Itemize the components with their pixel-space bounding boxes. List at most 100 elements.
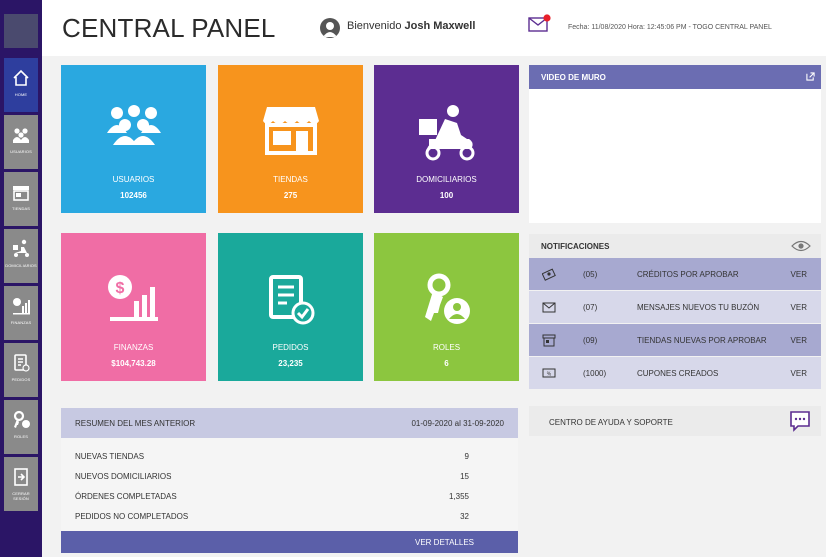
summary-row-value: 32 (460, 512, 469, 521)
notification-text: TIENDAS NUEVAS POR APROBAR (637, 336, 767, 345)
sidebar-item-label: FINANZAS (10, 320, 32, 325)
sidebar-item-usuarios[interactable]: USUARIOS (4, 115, 38, 169)
video-title: VIDEO DE MURO (541, 73, 606, 82)
chat-icon[interactable] (789, 410, 811, 432)
view-details-label: VER DETALLES (415, 538, 474, 547)
orders-icon (268, 275, 314, 325)
summary-row: PEDIDOS NO COMPLETADOS 32 (75, 512, 469, 521)
video-panel: VIDEO DE MURO (529, 65, 821, 223)
store-icon (262, 107, 319, 155)
delivery-icon (418, 105, 474, 161)
eye-icon[interactable] (791, 240, 811, 252)
svg-text:%: % (547, 372, 552, 378)
sidebar-item-roles[interactable]: ROLES (4, 400, 38, 454)
header: CENTRAL PANEL Bienvenido Josh Maxwell Fe… (42, 0, 826, 56)
notification-row: (07) MENSAJES NUEVOS TU BUZÓN VER (529, 291, 821, 323)
sidebar: HOME USUARIOS TIENDAS DOMICILIARIOS FINA… (0, 0, 42, 557)
view-details-button[interactable]: VER DETALLES (61, 531, 518, 553)
summary-row-value: 9 (464, 452, 469, 461)
sidebar-item-finanzas[interactable]: FINANZAS (4, 286, 38, 340)
summary-row-label: ÓRDENES COMPLETADAS (75, 492, 177, 501)
date-time-info: Fecha: 11/08/2020 Hora: 12:45:06 PM - TO… (568, 24, 772, 31)
summary-row-value: 15 (460, 472, 469, 481)
notification-count: (07) (583, 303, 598, 312)
notification-view-link[interactable]: VER (791, 270, 807, 279)
users-icon (13, 128, 29, 143)
notifications-panel: NOTIFICACIONES (05) CRÉDITOS POR APROBAR… (529, 234, 821, 396)
delivery-icon (13, 239, 29, 257)
avatar[interactable] (320, 18, 340, 38)
notification-text: MENSAJES NUEVOS TU BUZÓN (637, 303, 760, 312)
sidebar-item-label: DOMICILIARIOS (5, 263, 37, 268)
sidebar-item-home[interactable]: HOME (4, 58, 38, 112)
tile-value: 6 (444, 359, 449, 368)
welcome-message: Bienvenido Josh Maxwell (347, 20, 475, 32)
notification-view-link[interactable]: VER (791, 336, 807, 345)
notification-text: CUPONES CREADOS (637, 369, 719, 378)
tile-label: DOMICILIARIOS (416, 175, 477, 184)
help-title: CENTRO DE AYUDA Y SOPORTE (549, 418, 673, 427)
sidebar-item-label: ROLES (13, 434, 29, 439)
roles-icon (13, 410, 30, 428)
tile-roles[interactable]: ROLES 6 (374, 233, 519, 381)
user-name: Josh Maxwell (404, 20, 476, 32)
users-icon (106, 105, 161, 145)
finance-icon (13, 298, 30, 315)
summary-row-label: NUEVOS DOMICILIARIOS (75, 472, 172, 481)
tile-label: PEDIDOS (272, 343, 309, 352)
summary-range: 01-09-2020 al 31-09-2020 (411, 419, 504, 428)
tile-value: 275 (283, 191, 298, 200)
summary-row: NUEVOS DOMICILIARIOS 15 (75, 472, 469, 481)
page-title: CENTRAL PANEL (62, 13, 276, 43)
roles-icon (424, 273, 470, 324)
notification-count: (1000) (583, 369, 607, 378)
notification-count: (05) (583, 270, 598, 279)
sidebar-item-domiciliarios[interactable]: DOMICILIARIOS (4, 229, 38, 283)
help-support-panel[interactable]: CENTRO DE AYUDA Y SOPORTE (529, 406, 821, 436)
notification-view-link[interactable]: VER (791, 303, 807, 312)
logout-icon (14, 468, 28, 486)
tile-value: 23,235 (278, 359, 303, 368)
notification-count: (09) (583, 336, 598, 345)
notification-view-link[interactable]: VER (791, 369, 807, 378)
external-link-icon[interactable] (806, 72, 815, 81)
tile-finanzas[interactable]: $ FINANZAS $104,743.28 (61, 233, 206, 381)
summary-row: ÓRDENES COMPLETADAS 1,355 (75, 492, 469, 501)
sidebar-item-label: USUARIOS (10, 149, 32, 154)
sidebar-item-label: CERRAR SESIÓN (12, 491, 30, 501)
finance-icon: $ (107, 275, 158, 321)
notifications-title: NOTIFICACIONES (541, 242, 610, 251)
svg-text:$: $ (115, 280, 124, 297)
sidebar-logo (4, 14, 38, 48)
summary-row-value: 1,355 (448, 492, 469, 501)
coupon-icon: % (542, 368, 556, 378)
summary-row-label: PEDIDOS NO COMPLETADOS (75, 512, 189, 521)
tile-value: 102456 (120, 191, 147, 200)
home-icon (13, 69, 29, 86)
mail-notification-icon[interactable] (528, 14, 552, 32)
tile-usuarios[interactable]: USUARIOS 102456 (61, 65, 206, 213)
tile-value: $104,743.28 (111, 359, 156, 368)
tile-tiendas[interactable]: TIENDAS 275 (218, 65, 363, 213)
orders-icon (14, 354, 30, 372)
notifications-header: NOTIFICACIONES (529, 234, 821, 258)
sidebar-item-pedidos[interactable]: PEDIDOS (4, 343, 38, 397)
store-icon (13, 186, 29, 201)
sidebar-item-tiendas[interactable]: TIENDAS (4, 172, 38, 226)
tile-value: 100 (439, 191, 454, 200)
store-icon (542, 334, 556, 347)
sidebar-item-label: TIENDAS (11, 206, 31, 211)
tile-label: TIENDAS (273, 175, 308, 184)
summary-title: RESUMEN DEL MES ANTERIOR (75, 419, 196, 428)
monthly-summary: RESUMEN DEL MES ANTERIOR 01-09-2020 al 3… (61, 408, 518, 553)
notification-text: CRÉDITOS POR APROBAR (637, 270, 739, 279)
tile-domiciliarios[interactable]: DOMICILIARIOS 100 (374, 65, 519, 213)
notification-row: % (1000) CUPONES CREADOS VER (529, 357, 821, 389)
sidebar-item-label: HOME (14, 92, 28, 97)
tile-label: FINANZAS (113, 343, 154, 352)
tile-label: USUARIOS (112, 175, 155, 184)
sidebar-item-label: PEDIDOS (11, 377, 31, 382)
tile-pedidos[interactable]: PEDIDOS 23,235 (218, 233, 363, 381)
welcome-text: Bienvenido (347, 20, 402, 32)
sidebar-item-cerrar-sesion[interactable]: CERRAR SESIÓN (4, 457, 38, 511)
